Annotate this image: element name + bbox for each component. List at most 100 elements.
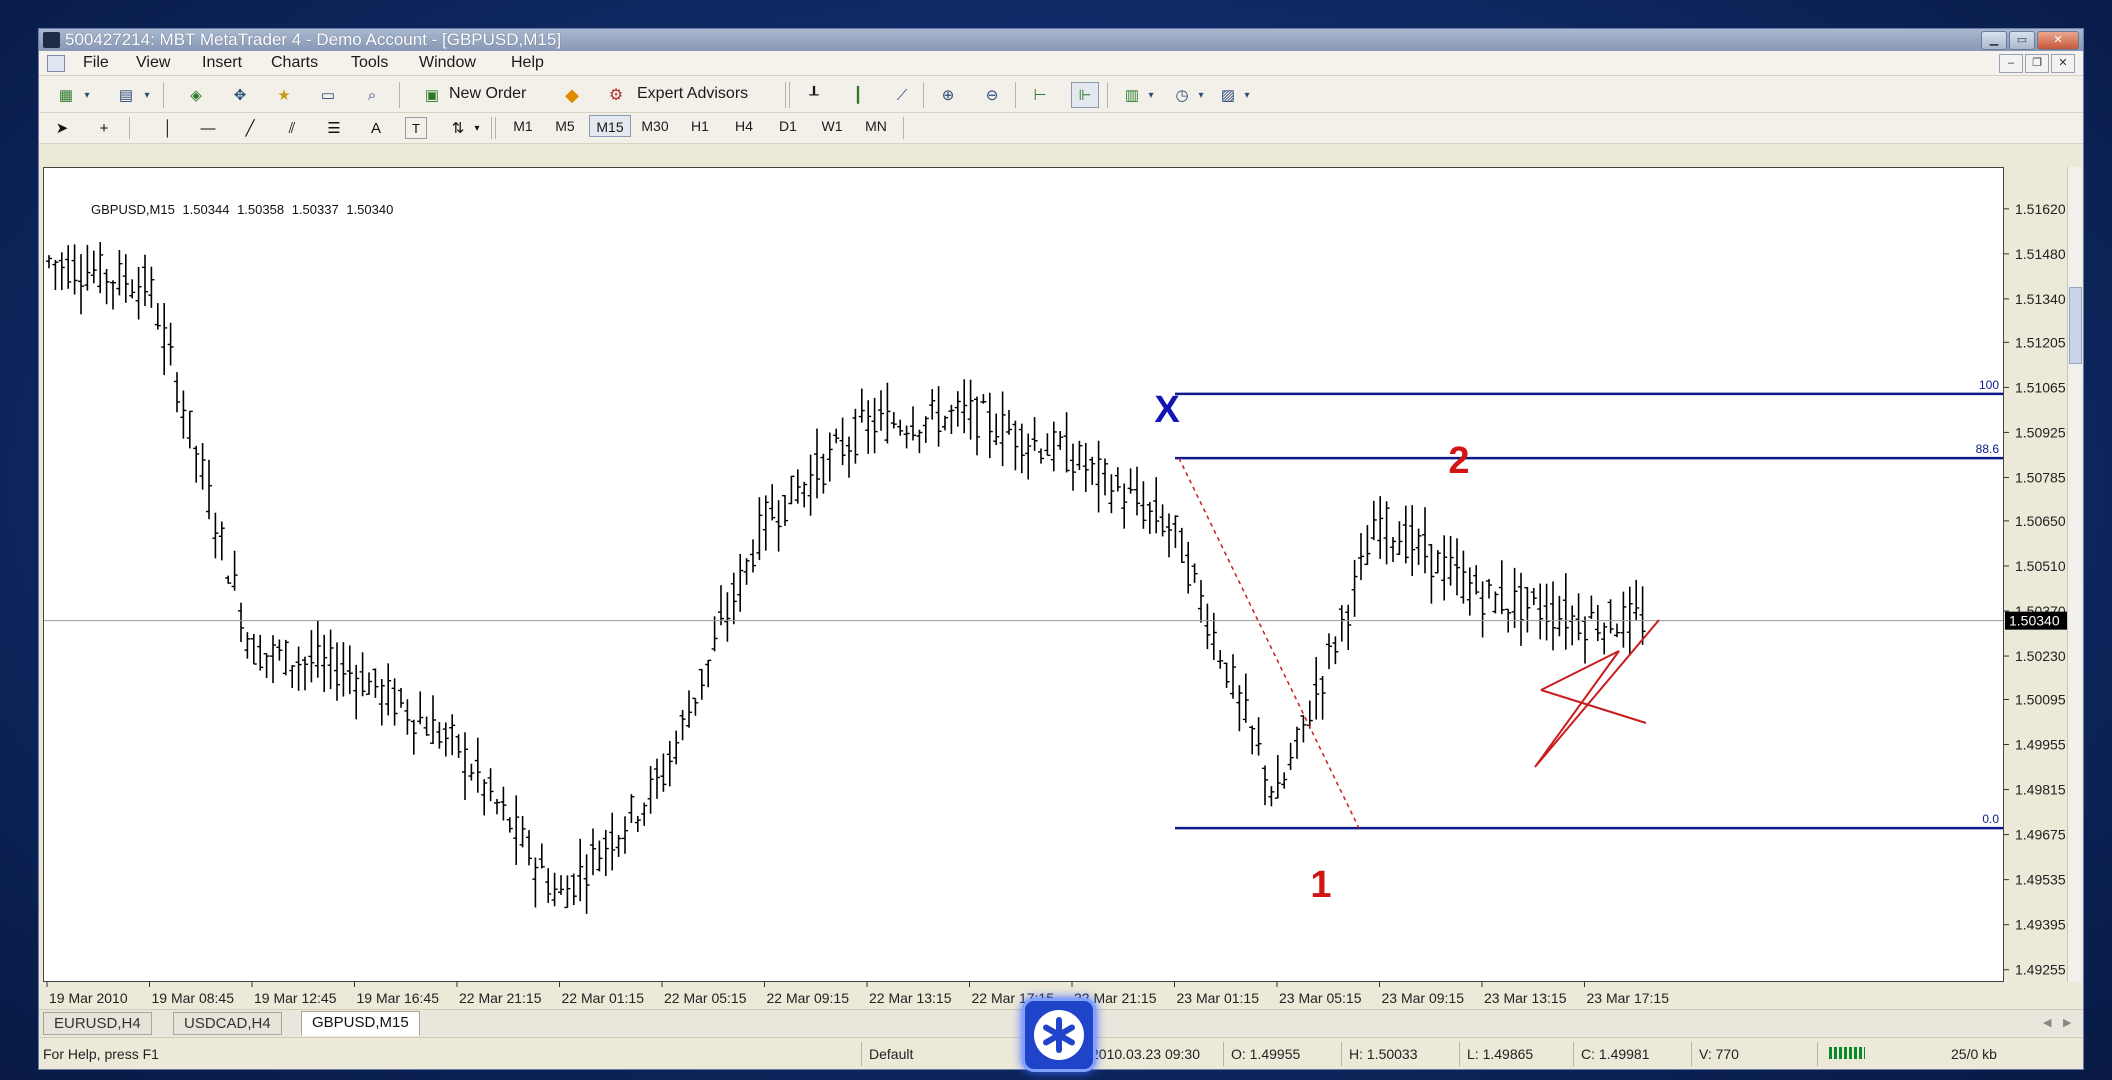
vertical-line-icon[interactable]: │ xyxy=(157,117,179,139)
menu-window[interactable]: Window xyxy=(419,54,476,72)
line-studies-toolbar: ➤ + │ ― ╱ ⫽ ☰ A T ⇅ ▾ M1 M5 M15 M30 H1 H… xyxy=(39,113,2083,144)
favorites-icon[interactable]: ★ xyxy=(271,84,297,106)
dropdown-arrow-icon[interactable]: ▾ xyxy=(471,117,483,139)
status-high: H: 1.50033 xyxy=(1349,1046,1418,1062)
zoom-in-icon[interactable]: ⊕ xyxy=(935,84,961,106)
tab-eurusd-h4[interactable]: EURUSD,H4 xyxy=(43,1012,152,1035)
status-separator xyxy=(1573,1042,1574,1066)
metaeditor-icon[interactable]: ◆ xyxy=(559,83,585,107)
price-tick-label: 1.51340 xyxy=(2015,291,2066,307)
market-watch-icon[interactable]: ◈ xyxy=(183,84,209,106)
templates-icon[interactable]: ▨ xyxy=(1215,84,1241,106)
timeframe-m30[interactable]: M30 xyxy=(633,115,677,137)
expert-advisors-button[interactable]: Expert Advisors xyxy=(637,85,748,103)
price-tick-label: 1.50230 xyxy=(2015,648,2066,664)
terminal-icon[interactable]: ▭ xyxy=(315,84,341,106)
status-datetime: 2010.03.23 09:30 xyxy=(1091,1046,1200,1062)
vertical-scrollbar[interactable] xyxy=(2067,167,2082,982)
scrollbar-thumb[interactable] xyxy=(2069,287,2082,364)
asterisk-icon xyxy=(1034,1010,1084,1060)
toolbar-separator xyxy=(129,117,130,139)
label-point-1: 1 xyxy=(1310,864,1331,906)
price-tick-label: 1.49815 xyxy=(2015,782,2066,798)
overlay-app-badge[interactable] xyxy=(1022,998,1096,1072)
auto-scroll-icon[interactable]: ⊢ xyxy=(1027,84,1053,106)
periods-icon[interactable]: ◷ xyxy=(1169,84,1195,106)
expert-advisors-icon[interactable]: ⚙ xyxy=(601,83,631,107)
new-order-icon[interactable]: ▣ xyxy=(419,84,445,106)
time-tick-label: 22 Mar 13:15 xyxy=(869,990,952,1006)
price-tick-label: 1.51065 xyxy=(2015,379,2066,395)
close-button[interactable]: ✕ xyxy=(2037,31,2079,50)
price-tick-label: 1.50095 xyxy=(2015,691,2066,707)
zoom-out-icon[interactable]: ⊖ xyxy=(979,84,1005,106)
dropdown-arrow-icon[interactable]: ▾ xyxy=(141,84,153,106)
trendline-icon[interactable]: ╱ xyxy=(239,117,261,139)
document-icon[interactable] xyxy=(47,55,65,72)
time-tick-label: 23 Mar 01:15 xyxy=(1177,990,1260,1006)
new-chart-icon[interactable]: ▦ xyxy=(53,84,79,106)
mdi-minimize-button[interactable]: – xyxy=(1999,54,2023,73)
timeframe-m15[interactable]: M15 xyxy=(589,115,631,137)
time-tick-label: 22 Mar 05:15 xyxy=(664,990,747,1006)
price-chart[interactable]: 1.51620 1.51480 1.51340 1.51205 1.51065 1.509… xyxy=(43,167,2067,1009)
timeframe-mn[interactable]: MN xyxy=(855,115,897,137)
menu-insert[interactable]: Insert xyxy=(202,54,242,72)
chart-symbol-info: GBPUSD,M15 1.50344 1.50358 1.50337 1.503… xyxy=(91,202,397,217)
timeframe-w1[interactable]: W1 xyxy=(811,115,853,137)
navigator-icon[interactable]: ✥ xyxy=(227,84,253,106)
arrows-icon[interactable]: ⇅ xyxy=(447,117,469,139)
line-chart-icon[interactable]: ⟋ xyxy=(889,84,915,106)
menu-tools[interactable]: Tools xyxy=(351,54,388,72)
bar-chart-icon[interactable]: ┸ xyxy=(801,84,827,106)
candlestick-icon[interactable]: ┃ xyxy=(845,84,871,106)
time-tick-label: 23 Mar 05:15 xyxy=(1279,990,1362,1006)
status-close: C: 1.49981 xyxy=(1581,1046,1650,1062)
tab-scroll-right-icon[interactable]: ▶ xyxy=(2063,1016,2071,1029)
indicators-icon[interactable]: ▥ xyxy=(1119,84,1145,106)
strategy-tester-icon[interactable]: ⌕ xyxy=(359,84,385,106)
price-tick-label: 1.51205 xyxy=(2015,334,2066,350)
timeframe-d1[interactable]: D1 xyxy=(767,115,809,137)
dropdown-arrow-icon[interactable]: ▾ xyxy=(1145,84,1157,106)
price-tick-label: 1.50785 xyxy=(2015,469,2066,485)
tab-gbpusd-m15[interactable]: GBPUSD,M15 xyxy=(301,1011,420,1036)
connection-meter-icon xyxy=(1829,1047,1865,1059)
fibonacci-icon[interactable]: ☰ xyxy=(323,117,345,139)
profiles-icon[interactable]: ▤ xyxy=(113,84,139,106)
text-icon[interactable]: A xyxy=(365,117,387,139)
maximize-button[interactable]: ▭ xyxy=(2009,31,2035,50)
mdi-close-button[interactable]: ✕ xyxy=(2051,54,2075,73)
timeframe-h4[interactable]: H4 xyxy=(723,115,765,137)
window-title: 500427214: MBT MetaTrader 4 - Demo Accou… xyxy=(65,30,562,49)
menu-file[interactable]: File xyxy=(83,54,109,72)
status-low: L: 1.49865 xyxy=(1467,1046,1534,1062)
equidistant-channel-icon[interactable]: ⫽ xyxy=(281,117,303,139)
new-order-button[interactable]: New Order xyxy=(449,85,526,103)
minimize-button[interactable]: ▁ xyxy=(1981,31,2007,50)
timeframe-m5[interactable]: M5 xyxy=(545,115,585,137)
price-tick-label: 1.49395 xyxy=(2015,917,2066,933)
horizontal-line-icon[interactable]: ― xyxy=(197,117,219,139)
menu-help[interactable]: Help xyxy=(511,54,544,72)
mdi-restore-button[interactable]: ❐ xyxy=(2025,54,2049,73)
time-tick-label: 19 Mar 16:45 xyxy=(357,990,440,1006)
tab-usdcad-h4[interactable]: USDCAD,H4 xyxy=(173,1012,282,1035)
menu-view[interactable]: View xyxy=(136,54,170,72)
dropdown-arrow-icon[interactable]: ▾ xyxy=(1195,84,1207,106)
crosshair-icon[interactable]: + xyxy=(93,117,115,139)
price-tick-label: 1.51620 xyxy=(2015,201,2066,217)
time-tick-label: 22 Mar 09:15 xyxy=(767,990,850,1006)
time-tick-label: 23 Mar 13:15 xyxy=(1484,990,1567,1006)
time-tick-label: 19 Mar 08:45 xyxy=(152,990,235,1006)
timeframe-m1[interactable]: M1 xyxy=(503,115,543,137)
chart-shift-icon[interactable]: ⊩ xyxy=(1071,82,1099,108)
cursor-icon[interactable]: ➤ xyxy=(51,117,73,139)
toolbar-separator xyxy=(903,117,904,139)
text-label-icon[interactable]: T xyxy=(405,117,427,139)
timeframe-h1[interactable]: H1 xyxy=(679,115,721,137)
menu-charts[interactable]: Charts xyxy=(271,54,318,72)
dropdown-arrow-icon[interactable]: ▾ xyxy=(81,84,93,106)
dropdown-arrow-icon[interactable]: ▾ xyxy=(1241,84,1253,106)
tab-scroll-left-icon[interactable]: ◀ xyxy=(2043,1016,2051,1029)
